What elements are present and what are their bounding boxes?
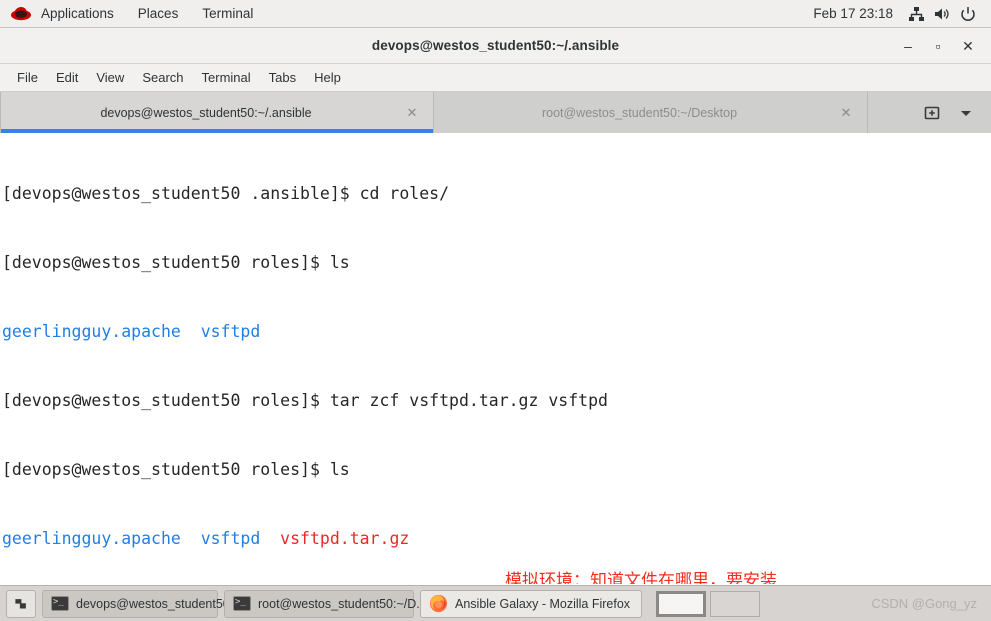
terminal-window: devops@westos_student50:~/.ansible – ▫ ✕… [0,28,991,585]
menu-view[interactable]: View [87,64,133,92]
terminal-line: geerlingguy.apache vsftpd [2,320,991,343]
terminal-text: [devops@westos_student50 roles]$ ls [2,460,350,479]
volume-icon[interactable] [929,0,955,28]
menu-bar: File Edit View Search Terminal Tabs Help [0,64,991,92]
terminal-gap [181,322,201,341]
menu-help[interactable]: Help [305,64,350,92]
taskbar-item-label: root@westos_student50:~/D... [258,596,427,611]
watermark: CSDN @Gong_yz [871,596,977,611]
chevron-down-icon[interactable] [949,92,983,133]
workspace-1[interactable] [656,590,706,617]
terminal-line: [devops@westos_student50 roles]$ tar zcf… [2,389,991,412]
maximize-button[interactable]: ▫ [923,31,953,61]
terminal-gap [260,529,280,548]
dir-vsftpd: vsftpd [200,529,261,548]
menu-search[interactable]: Search [133,64,192,92]
dir-vsftpd: vsftpd [200,322,261,341]
menu-terminal[interactable]: Terminal [193,64,260,92]
workspace-2[interactable] [710,590,760,617]
menu-file[interactable]: File [8,64,47,92]
taskbar-item-root-terminal[interactable]: root@westos_student50:~/D... [224,589,427,618]
show-desktop-icon[interactable] [6,589,36,618]
close-button[interactable]: ✕ [953,31,983,61]
terminal-text: [devops@westos_student50 .ansible]$ cd r… [2,184,450,203]
tab-label: root@westos_student50:~/Desktop [541,105,738,120]
new-tab-icon[interactable] [915,92,949,133]
terminal-line: [devops@westos_student50 .ansible]$ cd r… [2,182,991,205]
dir-geerlingguy-apache: geerlingguy.apache [2,322,181,341]
terminal-icon [233,595,251,611]
window-title-bar: devops@westos_student50:~/.ansible – ▫ ✕ [0,28,991,64]
tab-devops-ansible[interactable]: devops@westos_student50:~/.ansible ✕ [0,92,434,133]
tab-actions [915,92,991,133]
terminal-text: [devops@westos_student50 roles]$ tar zcf… [2,391,608,410]
taskbar-item-devops-terminal[interactable]: devops@westos_student50:~/... [42,589,254,618]
top-bar-menu-applications[interactable]: Applications [29,0,126,28]
terminal-icon [51,595,69,611]
workspace-switcher [656,590,764,617]
tab-label: devops@westos_student50:~/.ansible [100,105,312,120]
annotation-text: 模拟环境：知道文件在哪里，要安装 [505,571,777,584]
menu-tabs[interactable]: Tabs [260,64,305,92]
window-controls: – ▫ ✕ [893,28,983,64]
firefox-icon [429,594,448,613]
redhat-logo-icon [9,4,33,24]
terminal-line: geerlingguy.apache vsftpd vsftpd.tar.gz [2,527,991,550]
window-title: devops@westos_student50:~/.ansible [371,38,620,53]
taskbar-item-firefox[interactable]: Ansible Galaxy - Mozilla Firefox [420,589,642,618]
terminal-output[interactable]: [devops@westos_student50 .ansible]$ cd r… [0,133,991,584]
clock[interactable]: Feb 17 23:18 [803,6,903,21]
network-icon[interactable] [903,0,929,28]
terminal-line: [devops@westos_student50 roles]$ ls [2,458,991,481]
tab-close-icon[interactable]: ✕ [401,105,423,121]
tab-close-icon[interactable]: ✕ [835,105,857,121]
minimize-button[interactable]: – [893,31,923,61]
terminal-line: [devops@westos_student50 roles]$ ls [2,251,991,274]
top-bar-status-area: Feb 17 23:18 [803,0,991,28]
tab-root-desktop[interactable]: root@westos_student50:~/Desktop ✕ [434,92,868,133]
tab-bar: devops@westos_student50:~/.ansible ✕ roo… [0,92,991,133]
file-vsftpd-tar-gz: vsftpd.tar.gz [280,529,410,548]
top-bar-menu-terminal[interactable]: Terminal [190,0,265,28]
dir-geerlingguy-apache: geerlingguy.apache [2,529,181,548]
taskbar: devops@westos_student50:~/... root@westo… [0,585,991,621]
terminal-text: [devops@westos_student50 roles]$ ls [2,253,350,272]
terminal-gap [181,529,201,548]
taskbar-item-label: Ansible Galaxy - Mozilla Firefox [455,596,631,611]
menu-edit[interactable]: Edit [47,64,87,92]
top-bar-menu-places[interactable]: Places [126,0,191,28]
gnome-top-bar: Applications Places Terminal Feb 17 23:1… [0,0,991,28]
power-icon[interactable] [955,0,981,28]
